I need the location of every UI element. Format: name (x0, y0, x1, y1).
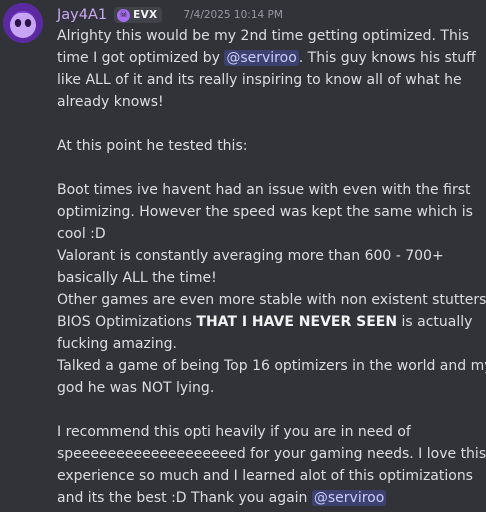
message-line: speeeeeeeeeeeeeeeeeeed for your gaming n… (57, 446, 486, 462)
message-text: and its the best :D Thank you again (57, 490, 312, 506)
message-timestamp: 7/4/2025 10:14 PM (183, 9, 283, 21)
message-line: I recommend this opti heavily if you are… (57, 424, 411, 440)
skull-icon: ☠ (117, 8, 131, 22)
user-mention[interactable]: @serviroo (224, 50, 299, 66)
message-line: time I got optimized by @serviroo. This … (57, 47, 483, 69)
message-line: Other games are even more stable with no… (57, 292, 486, 308)
message-line: basically ALL the time! (57, 270, 217, 286)
message-line: god he was NOT lying. (57, 380, 215, 396)
message-line: already knows! (57, 94, 164, 110)
message-text: time I got optimized by (57, 50, 225, 66)
message-line: cool :D (57, 226, 106, 242)
message-line: Valorant is constantly averaging more th… (57, 248, 444, 264)
message-line: and its the best :D Thank you again @ser… (57, 487, 483, 509)
message-text: . This guy knows his stuff (298, 50, 476, 66)
message-line: BIOS Optimizations THAT I HAVE NEVER SEE… (57, 311, 483, 333)
username[interactable]: Jay4A1 (57, 7, 107, 23)
message-line: optimizing. However the speed was kept t… (57, 204, 473, 220)
bold-text: THAT I HAVE NEVER SEEN (196, 314, 398, 330)
message-line: fucking amazing. (57, 336, 177, 352)
message-line: experience so much and I learned alot of… (57, 468, 473, 484)
message-line: At this point he tested this: (57, 138, 248, 154)
message-line: Alrighty this would be my 2nd time getti… (57, 28, 470, 44)
user-avatar[interactable] (3, 3, 43, 43)
server-tag-label: EVX (133, 9, 158, 21)
message-header: Jay4A1 ☠ EVX 7/4/2025 10:14 PM (57, 5, 283, 25)
message-text: BIOS Optimizations (57, 314, 197, 330)
chat-message: Jay4A1 ☠ EVX 7/4/2025 10:14 PM Alrighty … (0, 0, 486, 512)
message-text: is actually (397, 314, 473, 330)
user-mention[interactable]: @serviroo (311, 490, 387, 506)
message-content: Alrighty this would be my 2nd time getti… (57, 25, 486, 509)
message-line: like ALL of it and its really inspiring … (57, 72, 462, 88)
server-tag[interactable]: ☠ EVX (114, 7, 163, 23)
avatar-character-icon (3, 3, 43, 43)
message-line: Talked a game of being Top 16 optimizers… (57, 358, 486, 374)
message-line: Boot times ive havent had an issue with … (57, 182, 471, 198)
